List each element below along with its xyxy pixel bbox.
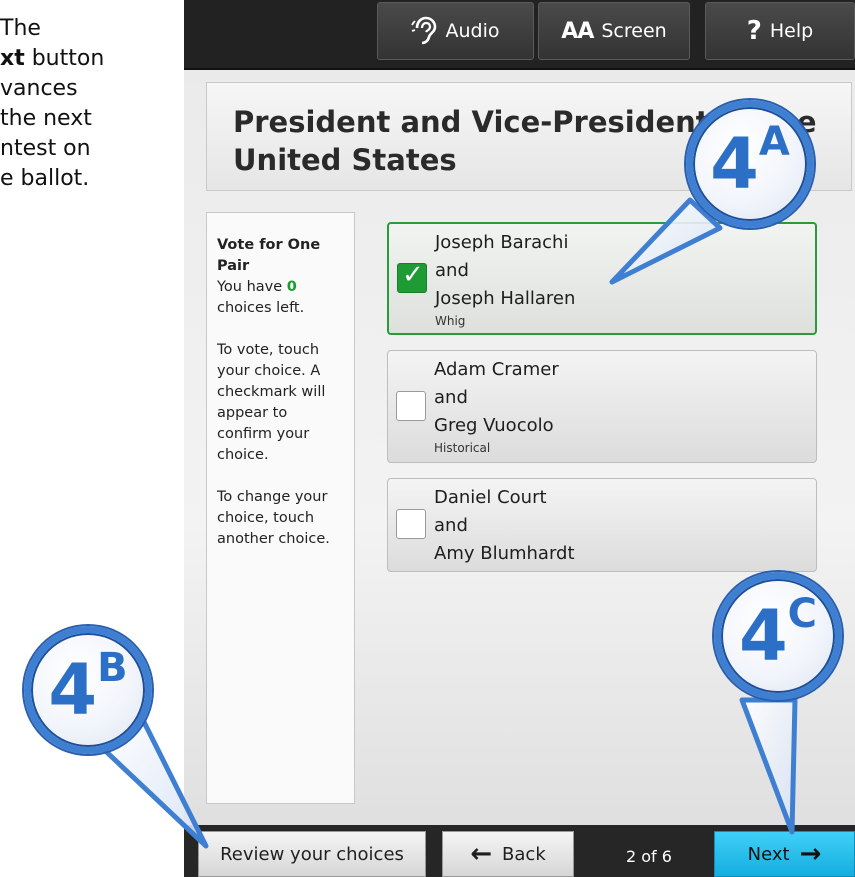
- callout-letter: A: [758, 119, 790, 165]
- callout-number: 4: [710, 123, 759, 205]
- callout-number: 4: [48, 649, 98, 731]
- callout-number: 4: [738, 595, 788, 677]
- callout-letter: C: [787, 591, 818, 637]
- callout-c-pointer: [739, 697, 798, 835]
- callout-a-pointer: [609, 197, 723, 285]
- callout-4a-badge: 4A: [686, 100, 814, 228]
- callout-4b-badge: 4B: [24, 626, 152, 754]
- callout-4c-badge: 4C: [714, 572, 842, 700]
- callout-letter: B: [97, 645, 128, 691]
